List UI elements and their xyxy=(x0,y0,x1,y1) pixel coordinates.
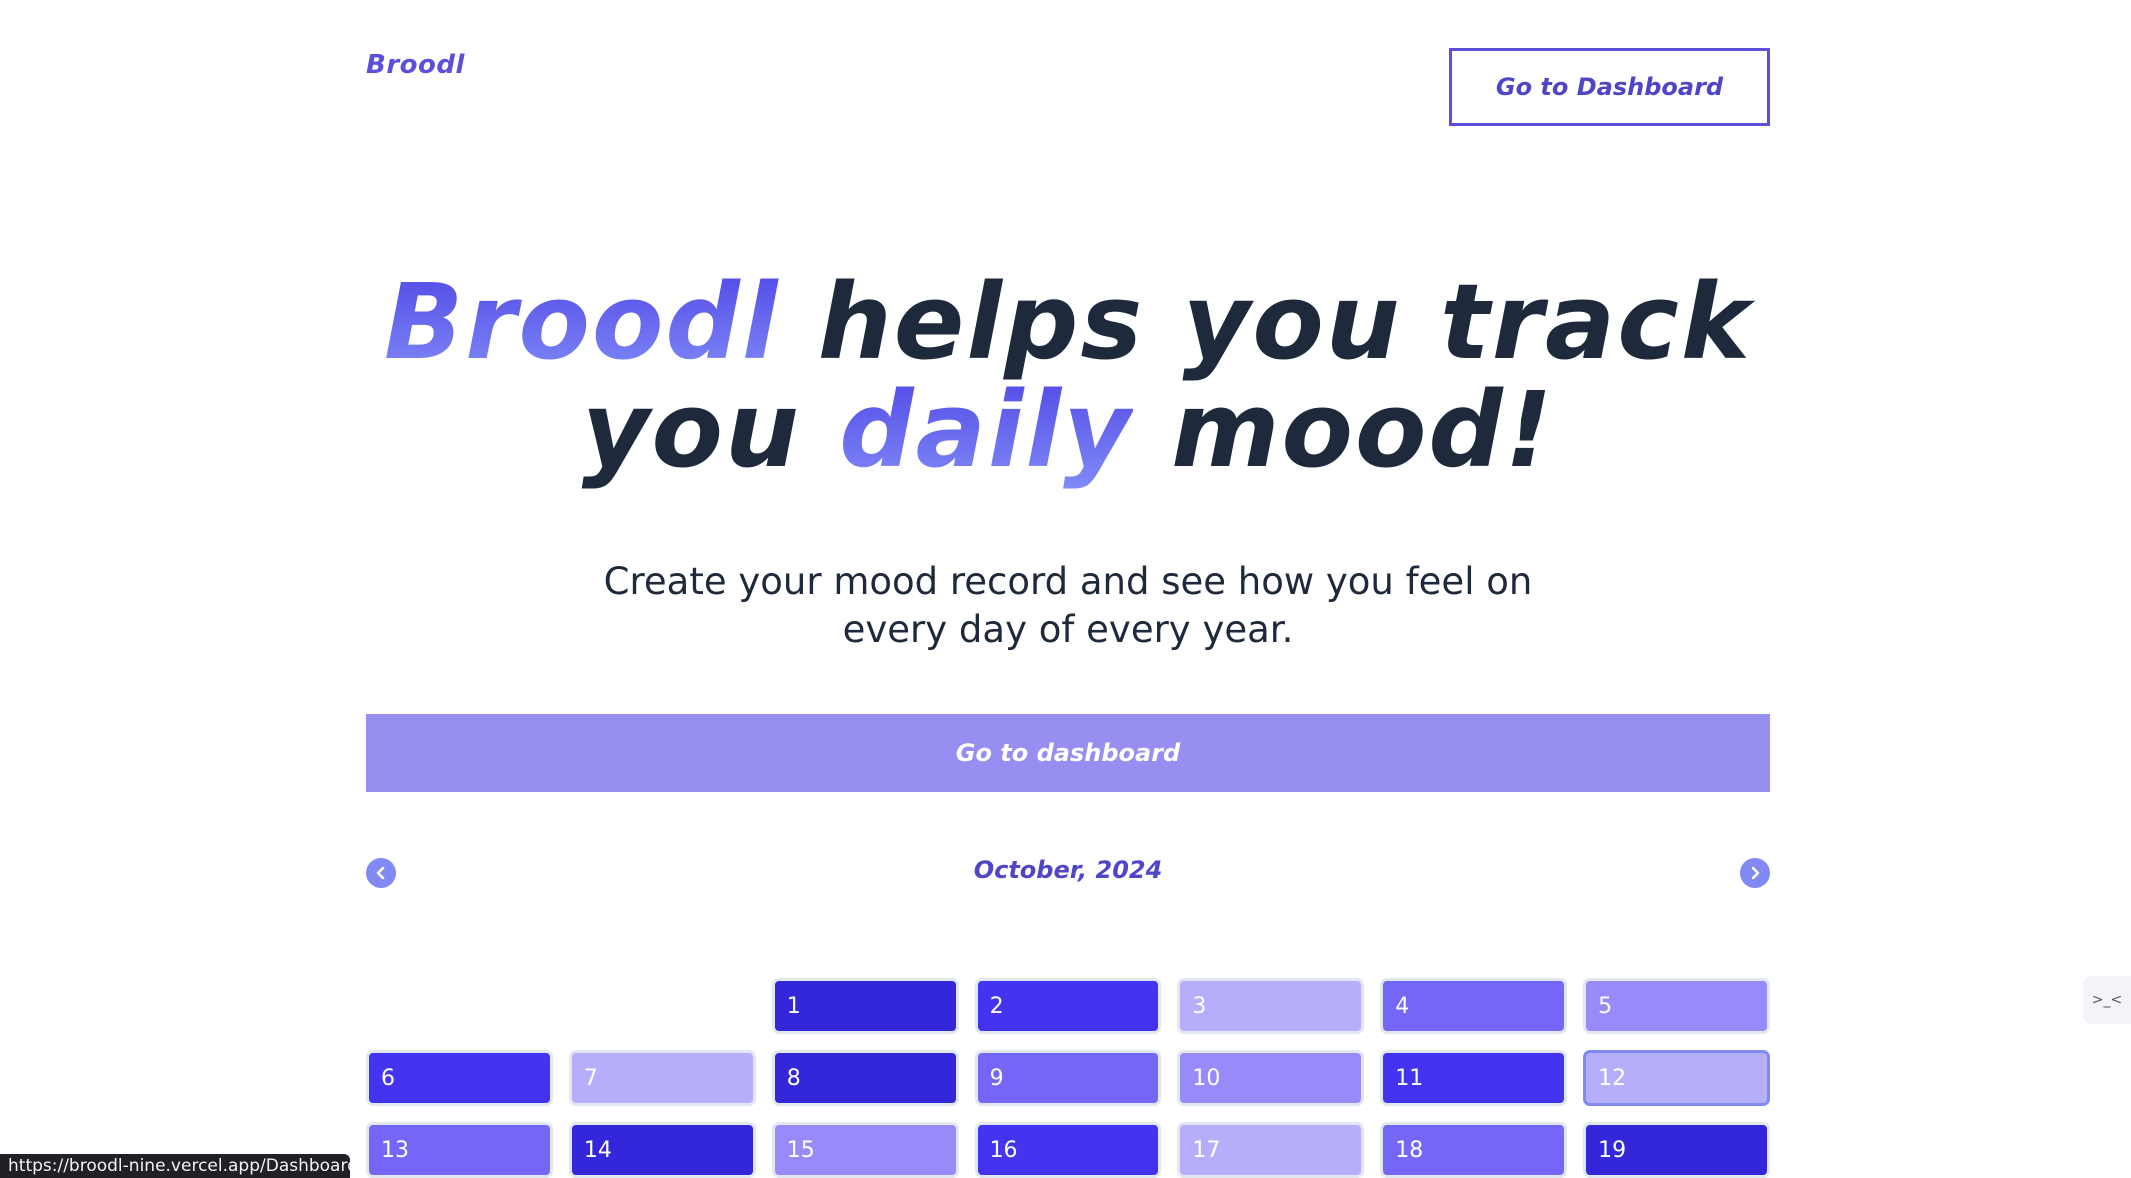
calendar-day-12[interactable]: 12 xyxy=(1583,1050,1770,1106)
calendar-day-2[interactable]: 2 xyxy=(974,978,1162,1034)
calendar-day-number: 7 xyxy=(583,1065,598,1091)
calendar-day-number: 3 xyxy=(1192,993,1207,1019)
calendar-day-7[interactable]: 7 xyxy=(568,1050,756,1106)
calendar-day-8[interactable]: 8 xyxy=(771,1050,959,1106)
calendar-day-9[interactable]: 9 xyxy=(974,1050,1162,1106)
chevron-right-icon xyxy=(1751,866,1760,880)
link-status-bar: https://broodl-nine.vercel.app/Dashboard xyxy=(0,1154,350,1178)
calendar-day-number: 15 xyxy=(786,1137,815,1163)
side-widget-button[interactable]: >_< xyxy=(2083,976,2131,1024)
cta-go-to-dashboard-button[interactable]: Go to dashboard xyxy=(366,714,1770,792)
calendar-day-19[interactable]: 19 xyxy=(1583,1122,1770,1178)
calendar-day-6[interactable]: 6 xyxy=(366,1050,553,1106)
calendar-day-number: 18 xyxy=(1395,1137,1424,1163)
next-month-button[interactable] xyxy=(1740,858,1770,888)
calendar-day-number: 11 xyxy=(1395,1065,1424,1091)
calendar-day-number: 16 xyxy=(989,1137,1018,1163)
calendar-day-number: 17 xyxy=(1192,1137,1221,1163)
brand-logo[interactable]: Broodl xyxy=(366,50,465,80)
calendar-day-16[interactable]: 16 xyxy=(974,1122,1162,1178)
hero-subtitle: Create your mood record and see how you … xyxy=(366,558,1770,654)
calendar-blank-cell xyxy=(569,978,756,1034)
calendar-day-14[interactable]: 14 xyxy=(568,1122,756,1178)
hero-line2-end: mood! xyxy=(1132,369,1555,491)
calendar-day-number: 8 xyxy=(786,1065,801,1091)
calendar-day-1[interactable]: 1 xyxy=(771,978,959,1034)
calendar-day-number: 13 xyxy=(381,1137,409,1163)
calendar-day-number: 4 xyxy=(1395,993,1410,1019)
calendar-day-18[interactable]: 18 xyxy=(1380,1122,1568,1178)
subtitle-line1: Create your mood record and see how you … xyxy=(603,560,1533,603)
subtitle-line2: every day of every year. xyxy=(842,608,1294,651)
calendar-day-4[interactable]: 4 xyxy=(1380,978,1568,1034)
hero-line1-text: helps you track xyxy=(779,261,1753,383)
go-to-dashboard-button[interactable]: Go to Dashboard xyxy=(1449,48,1770,126)
calendar-day-number: 12 xyxy=(1598,1065,1627,1091)
calendar-day-number: 19 xyxy=(1598,1137,1627,1163)
calendar-day-number: 6 xyxy=(381,1065,395,1091)
calendar-day-3[interactable]: 3 xyxy=(1177,978,1365,1034)
calendar-day-number: 1 xyxy=(786,993,801,1019)
calendar-day-number: 14 xyxy=(583,1137,612,1163)
calendar-day-number: 10 xyxy=(1192,1065,1221,1091)
hero-daily-highlight: daily xyxy=(839,369,1133,491)
calendar-day-10[interactable]: 10 xyxy=(1177,1050,1365,1106)
calendar-day-number: 5 xyxy=(1598,993,1613,1019)
calendar-day-number: 9 xyxy=(989,1065,1004,1091)
calendar-grid: 1 2 3 4 5 6 7 8 9 10 11 12 13 14 15 16 17 18 19 xyxy=(366,978,1770,1178)
calendar-day-17[interactable]: 17 xyxy=(1177,1122,1365,1178)
calendar-blank-cell xyxy=(366,978,553,1034)
hero-line2-start: you xyxy=(581,369,840,491)
calendar-day-11[interactable]: 11 xyxy=(1380,1050,1568,1106)
hero-heading: Broodl helps you track you daily mood! xyxy=(366,268,1770,484)
month-label: October, 2024 xyxy=(973,856,1163,884)
calendar-day-15[interactable]: 15 xyxy=(771,1122,959,1178)
hero-brand-highlight: Broodl xyxy=(383,261,780,383)
calendar-day-5[interactable]: 5 xyxy=(1583,978,1770,1034)
calendar-day-number: 2 xyxy=(989,993,1004,1019)
calendar-day-13[interactable]: 13 xyxy=(366,1122,553,1178)
